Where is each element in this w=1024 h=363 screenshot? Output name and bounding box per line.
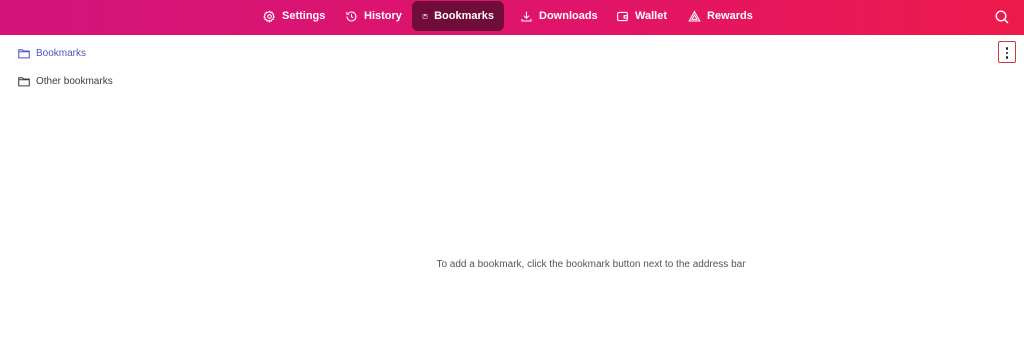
folder-bookmarks-label: Bookmarks bbox=[36, 47, 87, 59]
rewards-triangle-icon bbox=[688, 10, 701, 21]
wallet-icon bbox=[617, 11, 628, 21]
folder-icon bbox=[18, 48, 30, 58]
folder-bookmarks[interactable]: Bookmarks bbox=[18, 46, 113, 60]
history-icon bbox=[346, 10, 357, 21]
nav-tabs: Settings History Bookmarks Downloads Wal… bbox=[0, 1, 1024, 32]
tab-rewards[interactable]: Rewards bbox=[678, 1, 763, 31]
tab-bookmarks-label: Bookmarks bbox=[434, 10, 494, 22]
tab-history-label: History bbox=[364, 10, 402, 22]
folder-other-bookmarks-label: Other bookmarks bbox=[36, 75, 113, 87]
bookmark-folder-tree: Bookmarks Other bookmarks bbox=[18, 46, 113, 102]
folder-other-bookmarks[interactable]: Other bookmarks bbox=[18, 74, 113, 88]
top-navigation-bar: Settings History Bookmarks Downloads Wal… bbox=[0, 0, 1024, 35]
bookmark-icon bbox=[422, 13, 428, 19]
tab-downloads[interactable]: Downloads bbox=[510, 1, 608, 31]
folder-icon bbox=[18, 76, 30, 86]
tab-wallet[interactable]: Wallet bbox=[606, 1, 677, 31]
tab-downloads-label: Downloads bbox=[539, 10, 598, 22]
tab-settings-label: Settings bbox=[282, 10, 326, 22]
gear-icon bbox=[263, 9, 275, 23]
tab-bookmarks[interactable]: Bookmarks bbox=[412, 1, 504, 31]
tab-rewards-label: Rewards bbox=[707, 10, 753, 22]
tab-settings[interactable]: Settings bbox=[253, 1, 335, 31]
download-icon bbox=[521, 11, 532, 21]
tab-wallet-label: Wallet bbox=[635, 10, 667, 22]
search-icon[interactable] bbox=[994, 9, 1010, 25]
empty-state-message: To add a bookmark, click the bookmark bu… bbox=[436, 259, 746, 270]
tab-history[interactable]: History bbox=[335, 1, 412, 31]
more-options-button[interactable] bbox=[998, 41, 1016, 63]
